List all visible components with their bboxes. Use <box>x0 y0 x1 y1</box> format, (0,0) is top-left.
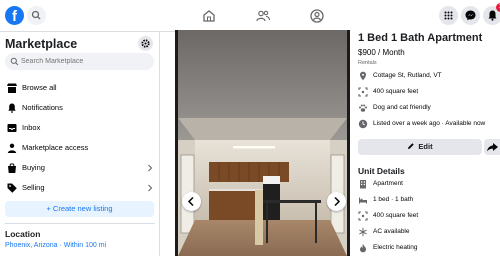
sidebar-item-label: Notifications <box>22 103 63 112</box>
create-new-listing-button[interactable]: + Create new listing <box>5 201 154 217</box>
unit-details-heading: Unit Details <box>358 166 405 176</box>
sidebar-divider <box>5 223 155 224</box>
sidebar-item-notifications[interactable]: Notifications <box>5 100 155 116</box>
notification-badge: 1 <box>496 3 500 12</box>
unit-detail-heating: Electric heating <box>358 242 500 256</box>
sidebar-item-label: Selling <box>22 183 45 192</box>
bag-icon <box>8 163 16 173</box>
sidebar-item-label: Marketplace access <box>22 143 89 152</box>
listing-size: 400 square feet <box>358 86 500 100</box>
top-navigation-bar: f 1 <box>0 0 500 32</box>
inbox-icon <box>7 124 17 132</box>
messenger-button[interactable] <box>461 6 480 25</box>
sidebar-item-label: Inbox <box>22 123 41 132</box>
search-button[interactable] <box>27 6 46 25</box>
fact-text: Cottage St, Rutland, VT <box>373 72 442 79</box>
pencil-icon <box>408 143 415 149</box>
fact-text: 400 square feet <box>373 88 419 95</box>
settings-button[interactable] <box>138 36 153 51</box>
profile-icon[interactable] <box>309 8 325 24</box>
listing-photo-viewer <box>175 30 350 256</box>
sidebar-item-browse-all[interactable]: Browse all <box>5 80 155 96</box>
search-input[interactable] <box>21 53 151 70</box>
listing-location: Cottage St, Rutland, VT <box>358 70 500 84</box>
unit-detail-type: Apartment <box>358 178 500 192</box>
bed-icon <box>359 197 367 204</box>
listing-photo <box>175 30 350 256</box>
paw-icon <box>359 104 367 112</box>
share-button[interactable] <box>484 139 500 155</box>
listing-availability: Listed over a week ago · Available now <box>358 118 500 132</box>
menu-button[interactable] <box>439 6 458 25</box>
facebook-logo[interactable]: f <box>5 6 24 25</box>
listing-category[interactable]: Rentals <box>358 60 377 66</box>
area-icon <box>358 211 368 221</box>
edit-listing-button[interactable]: Edit <box>358 139 482 155</box>
share-arrow-icon <box>487 143 498 152</box>
search-icon <box>31 10 41 20</box>
location-heading: Location <box>5 229 41 239</box>
sidebar-item-marketplace-access[interactable]: Marketplace access <box>5 140 155 156</box>
listing-title: 1 Bed 1 Bath Apartment <box>358 32 483 44</box>
messenger-icon <box>465 10 476 21</box>
clock-icon <box>358 119 368 129</box>
store-icon <box>7 83 17 93</box>
flame-icon <box>360 243 366 253</box>
fact-text: Dog and cat friendly <box>373 104 431 111</box>
sidebar-title: Marketplace <box>5 37 78 51</box>
sidebar-item-selling[interactable]: Selling <box>5 180 155 196</box>
sidebar-item-label: Browse all <box>22 83 57 92</box>
previous-photo-button[interactable] <box>182 192 201 211</box>
chevron-right-icon <box>148 184 153 192</box>
area-icon <box>358 87 368 97</box>
home-icon[interactable] <box>201 8 217 24</box>
unit-detail-text: 400 square feet <box>373 212 419 219</box>
listing-pets: Dog and cat friendly <box>358 102 500 116</box>
gear-icon <box>141 39 150 48</box>
location-link[interactable]: Phoenix, Arizona · Within 100 mi <box>5 242 106 249</box>
friends-icon[interactable] <box>255 8 271 24</box>
unit-detail-text: 1 bed · 1 bath <box>373 196 414 203</box>
person-icon <box>7 143 17 153</box>
next-photo-button[interactable] <box>327 192 346 211</box>
edit-label: Edit <box>418 142 433 151</box>
chevron-right-icon <box>148 164 153 172</box>
chevron-left-icon <box>187 196 194 207</box>
unit-detail-text: Apartment <box>373 180 403 187</box>
pin-icon <box>360 71 366 81</box>
tag-icon <box>7 183 17 193</box>
unit-detail-size: 400 square feet <box>358 210 500 224</box>
bell-icon <box>8 103 16 113</box>
sidebar-item-buying[interactable]: Buying <box>5 160 155 176</box>
unit-detail-text: AC available <box>373 228 410 235</box>
unit-detail-text: Electric heating <box>373 244 418 251</box>
snowflake-icon <box>359 227 367 237</box>
listing-price: $900 / Month <box>358 48 405 57</box>
sidebar-item-inbox[interactable]: Inbox <box>5 120 155 136</box>
marketplace-search[interactable] <box>5 53 154 70</box>
sidebar-item-label: Buying <box>22 163 45 172</box>
fact-text: Listed over a week ago · Available now <box>373 120 486 127</box>
unit-detail-rooms: 1 bed · 1 bath <box>358 194 500 208</box>
marketplace-sidebar: Marketplace Browse all Notifications Inb… <box>0 32 160 256</box>
building-icon <box>360 180 366 189</box>
grid-menu-icon <box>444 11 453 20</box>
chevron-right-icon <box>334 196 341 207</box>
listing-detail-panel: 1 Bed 1 Bath Apartment $900 / Month Rent… <box>350 30 500 256</box>
notifications-button[interactable]: 1 <box>483 3 500 25</box>
unit-detail-ac: AC available <box>358 226 500 240</box>
search-icon <box>10 57 19 66</box>
